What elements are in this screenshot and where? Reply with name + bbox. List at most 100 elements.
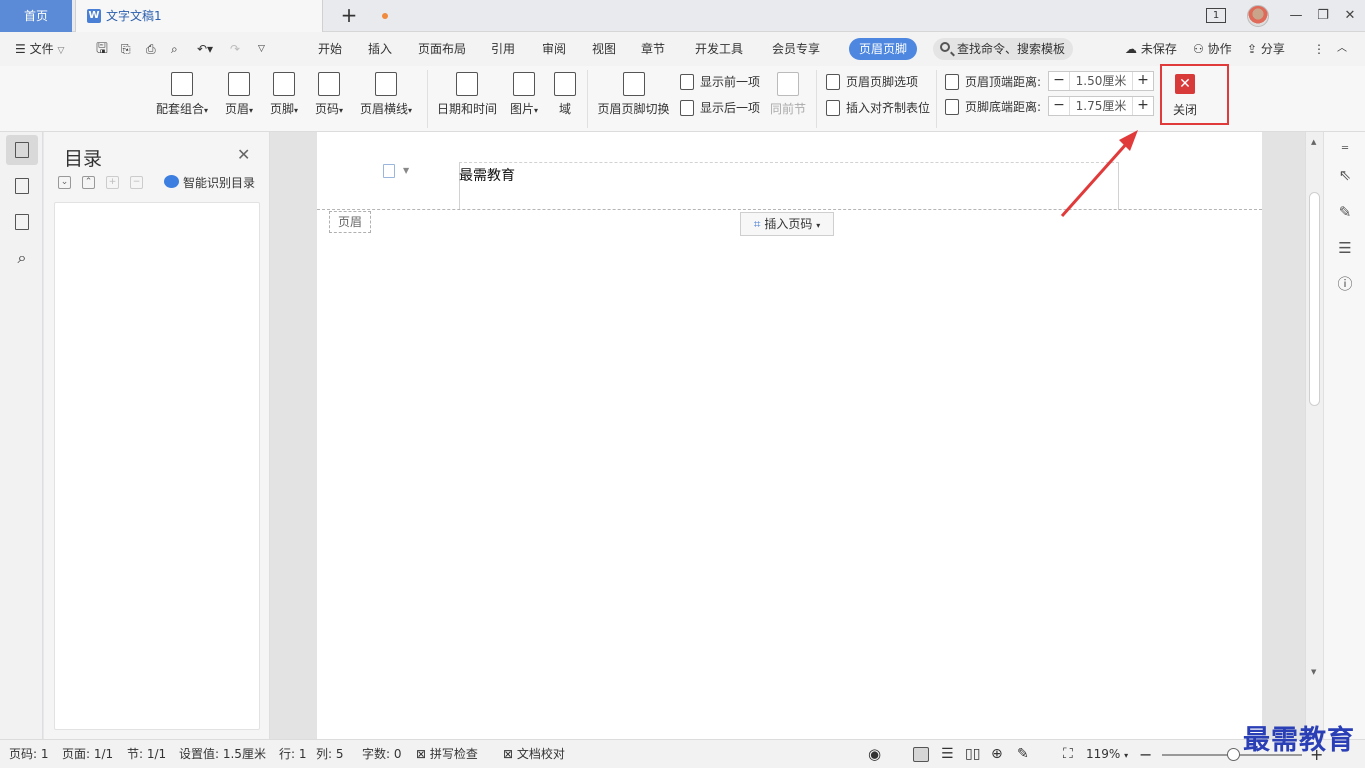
document-page[interactable]: ▼ 最需教育 页眉 ⌗ 插入页码 ▾ xyxy=(317,132,1262,739)
save-icon[interactable]: 🖫 xyxy=(96,32,108,66)
find-icon[interactable]: ⌕ xyxy=(6,243,38,273)
add-level-icon[interactable]: + xyxy=(106,176,119,189)
header-footer-options-button[interactable]: 页眉页脚选项 xyxy=(826,72,918,92)
scroll-up-icon[interactable]: ▲ xyxy=(1311,138,1316,146)
share-button[interactable]: ⇪ 分享 xyxy=(1247,32,1285,66)
close-header-footer-icon[interactable]: ✕ xyxy=(1175,74,1195,94)
zoom-slider-handle[interactable] xyxy=(1227,748,1240,761)
unsaved-status[interactable]: ☁ 未保存 xyxy=(1125,32,1177,66)
minimize-button[interactable]: — xyxy=(1281,0,1311,32)
fit-page-icon[interactable]: ⛶ xyxy=(1063,740,1073,768)
tab-developer[interactable]: 开发工具 xyxy=(695,32,743,66)
close-window-button[interactable]: ✕ xyxy=(1335,0,1365,32)
header-top-distance-value[interactable]: 1.50厘米 xyxy=(1069,72,1133,90)
close-icon[interactable]: ✕ xyxy=(237,145,250,164)
insert-page-number-button[interactable]: ⌗ 插入页码 ▾ xyxy=(740,212,834,236)
show-previous-button[interactable]: 显示前一项 xyxy=(680,72,760,92)
status-pages[interactable]: 页面: 1/1 xyxy=(62,740,113,768)
status-row[interactable]: 行: 1 xyxy=(279,740,307,768)
tab-section[interactable]: 章节 xyxy=(641,32,665,66)
tab-member[interactable]: 会员专享 xyxy=(772,32,820,66)
format-painter-icon[interactable]: ⎘ xyxy=(121,32,131,66)
print-preview-icon[interactable]: ⌕ xyxy=(171,32,178,66)
tab-references[interactable]: 引用 xyxy=(491,32,515,66)
quick-access-more-icon[interactable]: ▽ xyxy=(258,32,265,66)
header-options-icon[interactable] xyxy=(383,164,395,178)
scroll-down-icon[interactable]: ▼ xyxy=(1311,668,1316,676)
minus-icon[interactable]: − xyxy=(1049,97,1069,115)
document-proofread-button[interactable]: ⊠ 文档校对 xyxy=(503,740,565,768)
footer-bottom-distance-stepper[interactable]: − 1.75厘米 + xyxy=(1048,96,1154,116)
plus-icon[interactable]: + xyxy=(1133,72,1153,90)
more-options-icon[interactable]: ⋮ xyxy=(1313,32,1325,66)
print-icon[interactable]: ⎙ xyxy=(146,32,156,66)
date-time-button[interactable]: 日期和时间 xyxy=(437,72,497,117)
tab-home[interactable]: 首页 xyxy=(0,0,72,32)
status-word-count[interactable]: 字数: 0 xyxy=(362,740,402,768)
minus-icon[interactable]: − xyxy=(1049,72,1069,90)
tab-page-layout[interactable]: 页面布局 xyxy=(418,32,466,66)
smart-toc-button[interactable]: 智能识别目录 xyxy=(164,174,255,191)
restore-button[interactable]: ❐ xyxy=(1308,0,1338,32)
status-section[interactable]: 节: 1/1 xyxy=(127,740,166,768)
tab-view[interactable]: 视图 xyxy=(592,32,616,66)
footer-button[interactable]: 页脚▾ xyxy=(267,72,301,117)
switch-header-footer-button[interactable]: 页眉页脚切换 xyxy=(597,72,670,117)
pen-icon[interactable]: ✎ xyxy=(1336,203,1354,221)
status-page-number[interactable]: 页码: 1 xyxy=(9,740,49,768)
close-header-footer-button[interactable]: 关闭 xyxy=(1173,101,1197,118)
redo-icon[interactable]: ↷ xyxy=(230,32,240,66)
expand-all-icon[interactable]: ⌄ xyxy=(58,176,71,189)
chevron-down-icon[interactable]: ▼ xyxy=(403,166,409,175)
zoom-out-icon[interactable]: − xyxy=(1139,740,1152,768)
same-as-previous-button[interactable]: 同前节 xyxy=(770,72,806,117)
tab-document[interactable]: W 文字文稿1 xyxy=(75,0,388,32)
header-region[interactable] xyxy=(459,162,1119,210)
file-menu[interactable]: ☰ 文件 ▽ xyxy=(15,32,64,66)
new-tab-button[interactable]: + xyxy=(338,4,360,26)
tab-start[interactable]: 开始 xyxy=(318,32,342,66)
select-cursor-icon[interactable]: ⇖ xyxy=(1336,166,1354,184)
chapter-nav-icon[interactable] xyxy=(6,171,38,201)
adjust-settings-icon[interactable]: ☰ xyxy=(1336,239,1354,257)
remove-level-icon[interactable]: − xyxy=(130,176,143,189)
undo-icon[interactable]: ↶▾ xyxy=(197,32,213,66)
header-text[interactable]: 最需教育 xyxy=(459,165,515,185)
bookmark-icon[interactable] xyxy=(6,207,38,237)
show-next-button[interactable]: 显示后一项 xyxy=(680,98,760,118)
header-top-distance-stepper[interactable]: − 1.50厘米 + xyxy=(1048,71,1154,91)
toc-nav-icon[interactable] xyxy=(6,135,38,165)
header-line-button[interactable]: 页眉横线▾ xyxy=(357,72,415,117)
status-column[interactable]: 列: 5 xyxy=(316,740,344,768)
tab-header-footer[interactable]: 页眉页脚 xyxy=(849,38,918,60)
write-mode-icon[interactable]: ✎ xyxy=(1017,740,1029,768)
collapse-ribbon-icon[interactable]: ︿ xyxy=(1337,32,1347,66)
drag-handle-icon[interactable]: ═ xyxy=(1336,140,1354,158)
command-search-input[interactable]: 查找命令、搜索模板 xyxy=(933,38,1073,60)
zoom-level[interactable]: 119% ▾ xyxy=(1086,740,1128,768)
field-button[interactable]: 域 xyxy=(553,72,577,117)
eye-protection-icon[interactable]: ◉ xyxy=(868,740,881,768)
spell-check-button[interactable]: ⊠ 拼写检查 xyxy=(416,740,478,768)
outline-view-icon[interactable]: ☰ xyxy=(941,740,954,768)
tab-review[interactable]: 审阅 xyxy=(542,32,566,66)
web-view-icon[interactable]: ⊕ xyxy=(991,740,1003,768)
page-number-button[interactable]: 页码▾ xyxy=(312,72,346,117)
help-icon[interactable]: ⓘ xyxy=(1336,275,1354,293)
avatar[interactable] xyxy=(1247,5,1269,27)
window-count-badge[interactable]: 1 xyxy=(1206,8,1226,23)
collaborate-button[interactable]: ⚇ 协作 xyxy=(1193,32,1232,66)
vertical-scrollbar[interactable]: ▲ ▼ xyxy=(1305,132,1323,739)
footer-bottom-distance-value[interactable]: 1.75厘米 xyxy=(1069,97,1133,115)
combo-button[interactable]: 配套组合▾ xyxy=(153,72,211,117)
picture-button[interactable]: 图片▾ xyxy=(507,72,541,117)
plus-icon[interactable]: + xyxy=(1133,97,1153,115)
page-view-icon[interactable] xyxy=(913,747,929,762)
status-setting-value[interactable]: 设置值: 1.5厘米 xyxy=(179,740,266,768)
insert-align-tab-button[interactable]: 插入对齐制表位 xyxy=(826,98,930,118)
scrollbar-thumb[interactable] xyxy=(1309,192,1320,406)
header-button[interactable]: 页眉▾ xyxy=(222,72,256,117)
tab-insert[interactable]: 插入 xyxy=(368,32,392,66)
reading-view-icon[interactable]: ▯▯ xyxy=(965,740,980,768)
collapse-all-icon[interactable]: ⌃ xyxy=(82,176,95,189)
